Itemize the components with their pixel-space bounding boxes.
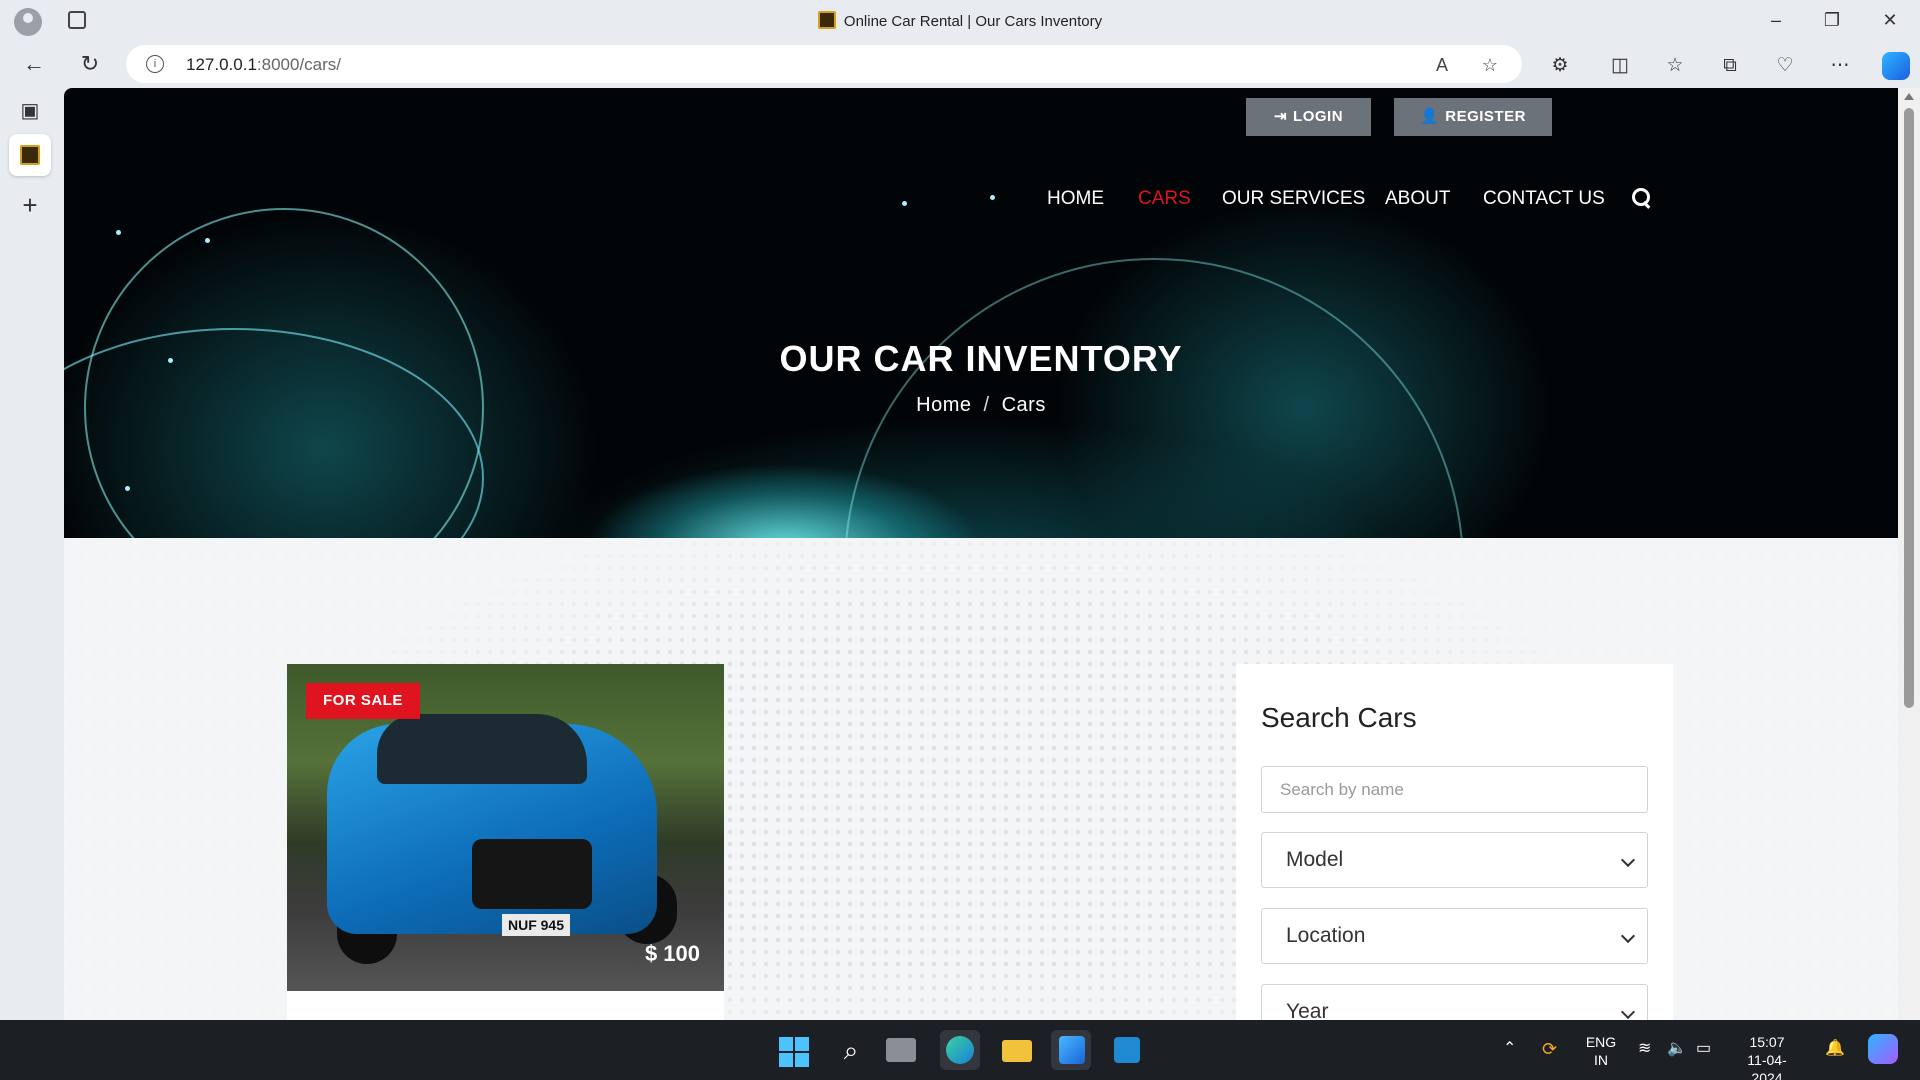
car-card[interactable]: NUF 945 FOR SALE $ 100	[287, 664, 724, 1020]
favorite-star-icon[interactable]: ☆	[1478, 53, 1502, 77]
search-cars-panel: Search Cars Model Location Year	[1236, 664, 1673, 1020]
taskbar-search-icon[interactable]: ⌕	[831, 1030, 871, 1070]
page-scrollbar[interactable]	[1898, 88, 1920, 1020]
hero-decor	[116, 230, 121, 235]
scroll-up-arrow-icon[interactable]	[1904, 93, 1914, 100]
task-view-icon[interactable]	[886, 1038, 916, 1062]
address-bar[interactable]: i 127.0.0.1:8000/cars/ A ☆	[126, 45, 1522, 83]
minimize-button[interactable]: –	[1752, 6, 1800, 34]
hero-banner: ⇥ LOGIN 👤 REGISTER HOME CARS OUR SERVICES …	[64, 88, 1898, 878]
content-section: NUF 945 FOR SALE $ 100 Search Cars Model…	[64, 538, 1898, 1020]
site-favicon-icon	[817, 11, 836, 29]
tab-actions-icon[interactable]: ▣	[17, 98, 43, 124]
edge-app-icon[interactable]	[940, 1030, 980, 1070]
nav-our-services[interactable]: OUR SERVICES	[1222, 188, 1365, 210]
url-text[interactable]: 127.0.0.1:8000/cars/	[186, 55, 341, 75]
model-select[interactable]: Model	[1261, 832, 1648, 888]
for-sale-badge: FOR SALE	[306, 683, 420, 719]
breadcrumb-current: Cars	[1001, 394, 1046, 416]
car-grille	[472, 839, 592, 909]
license-plate: NUF 945	[502, 914, 570, 936]
notification-bell-icon[interactable]: 🔔	[1825, 1040, 1845, 1058]
breadcrumb-separator: /	[983, 394, 990, 416]
nav-cars[interactable]: CARS	[1138, 188, 1191, 210]
tab-current[interactable]	[9, 134, 51, 176]
more-menu-icon[interactable]: ⋯	[1828, 54, 1852, 78]
collections-icon[interactable]: ⧉	[1718, 54, 1742, 78]
hero-decor	[125, 486, 130, 491]
vscode-icon[interactable]	[1106, 1030, 1146, 1070]
hero-decor	[205, 238, 210, 243]
window-title: Online Car Rental | Our Cars Inventory	[0, 11, 1920, 30]
search-by-name-input[interactable]	[1261, 766, 1648, 813]
read-aloud-icon[interactable]: A	[1430, 53, 1454, 77]
close-window-button[interactable]: ✕	[1866, 6, 1914, 34]
nav-contact-us[interactable]: CONTACT US	[1483, 188, 1605, 210]
car-price: $ 100	[644, 941, 700, 966]
clock[interactable]: 15:07 11-04-2024	[1735, 1033, 1799, 1080]
breadcrumb-home[interactable]: Home	[916, 394, 971, 416]
car-window	[377, 714, 587, 784]
split-screen-icon[interactable]: ◫	[1608, 54, 1632, 78]
tray-chevron-icon[interactable]: ⌃	[1503, 1040, 1516, 1058]
page-viewport: ⇥ LOGIN 👤 REGISTER HOME CARS OUR SERVICES …	[64, 88, 1898, 1020]
login-button[interactable]: ⇥ LOGIN	[1246, 98, 1371, 136]
extensions-icon[interactable]: ⚙	[1548, 54, 1572, 78]
site-info-icon[interactable]: i	[146, 55, 164, 73]
photos-app-icon[interactable]	[1051, 1030, 1091, 1070]
volume-icon[interactable]: 🔈	[1667, 1040, 1687, 1058]
restore-button[interactable]: ❐	[1808, 6, 1856, 34]
register-button[interactable]: 👤 REGISTER	[1394, 98, 1552, 136]
new-tab-icon[interactable]: +	[17, 192, 43, 218]
search-icon[interactable]	[1632, 188, 1652, 208]
refresh-button[interactable]: ↻	[74, 48, 106, 80]
copilot-icon[interactable]	[1882, 52, 1910, 80]
scrollbar-thumb[interactable]	[1904, 108, 1914, 708]
page-title: OUR CAR INVENTORY	[779, 338, 1183, 379]
browser-essentials-icon[interactable]: ♡	[1773, 54, 1797, 78]
nav-home[interactable]: HOME	[1047, 188, 1104, 210]
windows-taskbar: ⌕ ⌃ ⟳ ENG IN ≋ 🔈 ▭ 15:07 11-04-2024 🔔	[0, 1020, 1920, 1080]
user-plus-icon: 👤	[1420, 108, 1440, 125]
search-panel-title: Search Cars	[1261, 702, 1417, 733]
tab-favicon-icon	[20, 145, 40, 165]
year-select[interactable]: Year	[1261, 984, 1648, 1020]
file-explorer-icon[interactable]	[996, 1030, 1036, 1070]
favorites-icon[interactable]: ☆	[1663, 54, 1687, 78]
browser-titlebar: Online Car Rental | Our Cars Inventory –…	[0, 0, 1920, 40]
start-icon[interactable]	[779, 1037, 809, 1067]
language-indicator[interactable]: ENG IN	[1584, 1033, 1618, 1069]
login-icon: ⇥	[1273, 108, 1288, 125]
battery-icon[interactable]: ▭	[1696, 1040, 1711, 1058]
nav-about[interactable]: ABOUT	[1385, 188, 1450, 210]
sync-icon[interactable]: ⟳	[1542, 1040, 1557, 1058]
breadcrumb: Home / Cars	[64, 394, 1898, 417]
hero-decor	[990, 195, 995, 200]
back-button[interactable]: ←	[18, 48, 50, 80]
vertical-tabs: ▣ +	[0, 88, 62, 1020]
hero-decor	[902, 201, 907, 206]
wifi-icon[interactable]: ≋	[1638, 1040, 1651, 1058]
location-select[interactable]: Location	[1261, 908, 1648, 964]
copilot-taskbar-icon[interactable]	[1868, 1034, 1898, 1064]
browser-toolbar: ← ↻ i 127.0.0.1:8000/cars/ A ☆ ⚙ ◫ ☆ ⧉ ♡…	[0, 40, 1920, 88]
